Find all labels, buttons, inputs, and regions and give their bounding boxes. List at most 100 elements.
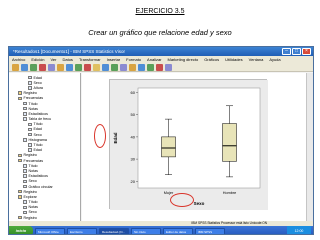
toolbar-tool-icon[interactable]	[12, 64, 19, 71]
plot-area	[137, 87, 261, 189]
toolbar-tool-icon[interactable]	[138, 64, 145, 71]
x-category-label: Hombre	[223, 191, 237, 195]
x-axis-label: Sexo	[194, 201, 205, 206]
close-button[interactable]: ×	[302, 48, 311, 55]
menu-item[interactable]: Ver	[50, 56, 56, 63]
output-item-icon	[23, 164, 27, 168]
menu-item[interactable]: Ventana	[249, 56, 264, 63]
tree-item-label: Título	[28, 163, 38, 168]
y-tick-label: 20	[131, 179, 136, 184]
toolbar-tool-icon[interactable]	[165, 64, 172, 71]
output-item-icon	[23, 174, 27, 178]
tree-item-label: Notas	[28, 205, 38, 210]
taskbar-task-button[interactable]: Escritorio	[67, 227, 97, 234]
tree-item-label: Título	[28, 200, 38, 205]
iqr-box	[222, 123, 237, 162]
tree-item-label: Edad	[33, 127, 42, 132]
tree-item-label: Estadísticos	[28, 111, 48, 116]
windows-taskbar: inicio Microsoft Office Escritorio Resulta…	[9, 226, 313, 234]
tree-item-label: Registro	[23, 189, 37, 194]
tree-item-label: Explorar	[23, 194, 37, 199]
menu-item[interactable]: Edición	[31, 56, 44, 63]
toolbar-tool-icon[interactable]	[57, 64, 64, 71]
taskbar-task-button[interactable]: Resultados1 [D...	[99, 227, 129, 234]
toolbar-tool-icon[interactable]	[39, 64, 46, 71]
system-tray-clock: 12:00	[287, 226, 311, 234]
tree-item-label: Edad	[33, 75, 42, 80]
toolbar-tool-icon[interactable]	[21, 64, 28, 71]
y-tick-label: 60	[131, 90, 136, 95]
output-item-icon	[23, 179, 27, 184]
taskbar-task-button[interactable]: Microsoft Office	[35, 227, 65, 234]
toolbar-tool-icon[interactable]	[111, 64, 118, 71]
menu-item[interactable]: Formato	[126, 56, 141, 63]
tree-item-label: Registro	[23, 215, 37, 220]
folder-icon	[18, 158, 22, 163]
taskbar-task-button[interactable]: IBM SPSS	[195, 227, 225, 234]
toolbar-tool-icon[interactable]	[84, 64, 91, 71]
toolbar-tool-icon[interactable]	[93, 64, 100, 71]
menu-item[interactable]: Datos	[62, 56, 72, 63]
tree-item-label: Edad	[33, 148, 42, 153]
toolbar-tool-icon[interactable]	[147, 64, 154, 71]
menu-item[interactable]: Archivo	[12, 56, 25, 63]
vertical-scrollbar[interactable]	[306, 73, 313, 221]
output-item-icon	[28, 122, 32, 127]
tree-item-label: Título	[33, 122, 43, 127]
menu-item[interactable]: Utilidades	[225, 56, 243, 63]
folder-icon	[18, 153, 22, 158]
output-item-icon	[23, 138, 27, 142]
folder-icon	[18, 91, 22, 95]
menu-item[interactable]: Gráficos	[204, 56, 219, 63]
tree-item-label: Sexo	[28, 210, 37, 215]
toolbar-tool-icon[interactable]	[120, 64, 127, 71]
y-tick-label: 30	[131, 157, 136, 162]
output-item-icon	[28, 127, 32, 132]
start-button[interactable]: inicio	[9, 226, 33, 234]
folder-icon	[18, 195, 22, 199]
taskbar-task-button[interactable]: Sin título	[131, 227, 161, 234]
boxplot-chart[interactable]: 20 30 40 50 60 Mujer Hombre Sexo Edad	[109, 79, 268, 210]
ylabel-highlight-circle	[94, 124, 106, 148]
toolbar-tool-icon[interactable]	[75, 64, 82, 71]
folder-icon	[18, 215, 22, 220]
toolbar-tool-icon[interactable]	[48, 64, 55, 71]
tree-item-label: Sexo	[28, 179, 37, 184]
toolbar-tool-icon[interactable]	[156, 64, 163, 71]
output-item-icon	[23, 112, 27, 116]
menu-item[interactable]: Ayuda	[269, 56, 280, 63]
folder-icon	[18, 189, 22, 194]
tree-item-label: Registro	[23, 153, 37, 158]
output-item-icon	[28, 148, 32, 152]
maximize-button[interactable]: □	[292, 48, 301, 55]
output-item-icon	[23, 184, 27, 189]
tree-item-label: Título	[33, 143, 43, 148]
menu-item[interactable]: Marketing directo	[168, 56, 199, 63]
output-item-icon	[23, 117, 27, 121]
toolbar-tool-icon[interactable]	[66, 64, 73, 71]
tree-item-label: Histograma	[28, 137, 47, 142]
tree-item-label: Frecuencias	[23, 158, 44, 163]
menu-item[interactable]: Insertar	[107, 56, 121, 63]
window-titlebar: *Resultados1 [Documento1] - IBM SPSS Sta…	[9, 47, 313, 56]
output-outline-tree: Edad Sexo Altura Registro Frecuencias Título N…	[9, 73, 81, 221]
xlabel-highlight-circle	[170, 193, 194, 207]
output-item-icon	[23, 200, 27, 204]
tree-item-label: Tabla de frecu	[28, 117, 52, 122]
menu-item[interactable]: Analizar	[147, 56, 161, 63]
tree-item-label: Notas	[28, 106, 38, 111]
toolbar-tool-icon[interactable]	[102, 64, 109, 71]
menu-item[interactable]: Transformar	[79, 56, 101, 63]
toolbar-tool-icon[interactable]	[30, 64, 37, 71]
minimize-button[interactable]: –	[282, 48, 291, 55]
menu-bar: Archivo Edición Ver Datos Transformar Inserta…	[9, 56, 313, 63]
tree-item-label: Título	[28, 101, 38, 106]
boxplot-svg: 2030405060Mujer HombreSexoEdad	[110, 80, 268, 210]
tree-item-label: Registro	[23, 91, 37, 96]
output-item-icon	[28, 75, 32, 80]
output-item-icon	[23, 106, 27, 111]
exercise-heading: EJERCICIO 3.5	[135, 8, 185, 15]
taskbar-task-button[interactable]: Editor de datos	[163, 227, 193, 234]
toolbar-tool-icon[interactable]	[129, 64, 136, 71]
folder-icon	[18, 96, 22, 101]
